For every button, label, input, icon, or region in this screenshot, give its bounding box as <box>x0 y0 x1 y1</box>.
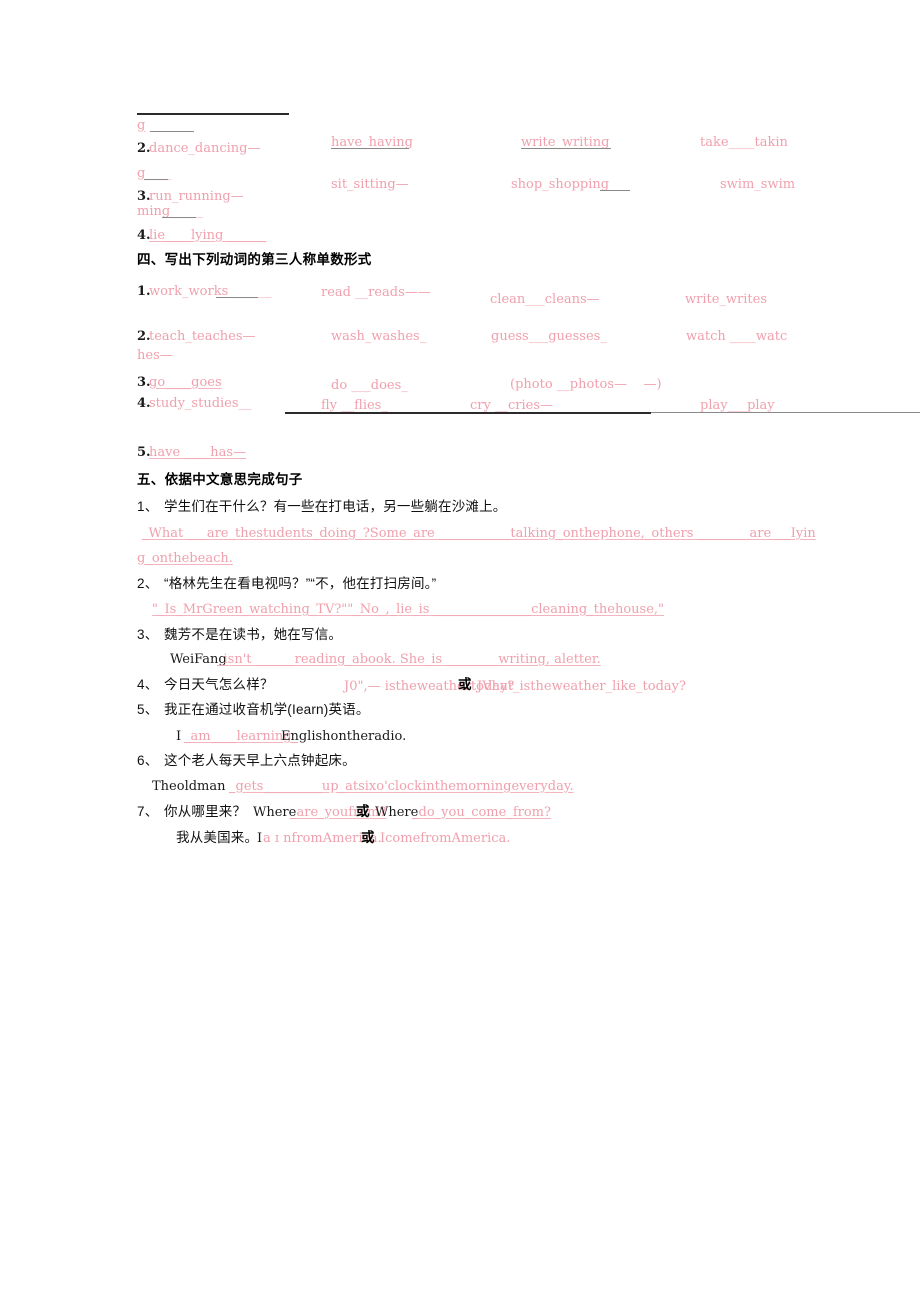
blank-line-g <box>150 131 194 132</box>
item4-or-word: 或 <box>458 677 472 692</box>
item3-answer-line1: _isn't ______reading_abook. She_is _____… <box>217 652 601 667</box>
item5-number: 5、 <box>137 702 159 717</box>
item1-number: 1、 <box>137 499 159 514</box>
answer-watch: watch ____watc <box>686 329 788 344</box>
answer-fly: fly __flies_ <box>321 398 388 413</box>
item4-number: 4、 <box>137 677 159 692</box>
item7-sub-black1: I <box>257 831 263 846</box>
item4-answer-b: JVhat_istheweather_like_today? <box>477 679 686 694</box>
blank-line-play <box>651 412 920 413</box>
section-five-heading: 五、依据中文意思完成句子 <box>137 472 303 487</box>
answer-teach: teach_teaches— <box>149 329 256 344</box>
answer-cry: cry __cries— <box>470 398 553 413</box>
section-four-heading: 四、写出下列动词的第三人称单数形式 <box>137 252 372 267</box>
answer-write-s: write_writes <box>685 292 768 307</box>
item4-prompt: 今日天气怎么样？ <box>164 677 274 692</box>
item1-answer-line2: g_onthebeach. <box>137 551 233 566</box>
blank-line-write <box>521 148 611 149</box>
item5-answer-post: Englishontheradio. <box>281 729 407 744</box>
answer-guess: guess___guesses_ <box>491 329 607 344</box>
item5-answer-subject: I <box>176 729 182 744</box>
top-rule <box>137 113 289 115</box>
blank-line-running-cont <box>162 217 196 218</box>
answer-do: do ___does_ <box>331 378 408 393</box>
worksheet-page: g 2. dance_dancing— have_having write_wr… <box>0 0 920 1301</box>
item3-prompt: 魏芳不是在读书，她在写信。 <box>164 627 343 642</box>
item7-number: 7、 <box>137 804 159 819</box>
item1-prompt: 学生们在干什么？有一些在打电话，另一些躺在沙滩上。 <box>164 499 507 514</box>
answer-sit: sit_sitting— <box>331 177 409 192</box>
item6-answer-line: _gets_________up_atsixo'clockinthemornin… <box>229 779 574 794</box>
answer-swim: swim_swim <box>720 177 796 192</box>
item7-q1-pink: _are_youfrom? <box>290 805 387 820</box>
answer-lie: lie____lying ______ <box>149 228 267 243</box>
answer-teaches-cont: hes— <box>137 348 173 363</box>
answer-dance: dance_dancing— <box>149 141 261 156</box>
underline-rule-row4 <box>285 412 651 414</box>
item2-prompt: “格林先生在看电视吗？”“不，他在打扫房间。” <box>164 576 437 591</box>
blank-line-shop <box>600 190 630 191</box>
item5-prompt: 我正在通过收音机学(Iearn)英语。 <box>164 702 370 717</box>
blank-line-have <box>331 148 409 149</box>
answer-shop: shop_shopping <box>511 177 610 192</box>
item6-answer-subject: Theoldman <box>152 779 226 794</box>
item7-q2-pink: _do_you_come_from? <box>412 805 551 820</box>
answer-play: play___play <box>700 398 775 413</box>
answer-read: read __reads—— <box>321 285 431 300</box>
item3-number: 3、 <box>137 627 159 642</box>
item1-answer-line1: _What ___are_thestudents_doing_?Some_are… <box>142 526 816 541</box>
answer-take: take____takin <box>700 135 788 150</box>
answer-wash: wash_washes_ <box>331 329 427 344</box>
answer-clean: clean___cleans— <box>490 292 600 307</box>
item2-answer-line1: "_Is_MrGreen_watching_TV?""_No_,_lie_is … <box>152 602 665 617</box>
answer-have-has: have ____has— <box>149 445 247 460</box>
item7-sub-pink2: IcomefromAmerica. <box>380 831 511 846</box>
item7-prompt: 你从哪里来？ <box>164 804 247 819</box>
blank-line-dancing-cont <box>144 179 168 180</box>
answer-photo: (photo __photos— —) <box>510 377 662 392</box>
item6-number: 6、 <box>137 753 159 768</box>
item7-sub-or: 或 <box>361 830 375 845</box>
answer-go: go____goes <box>149 375 222 390</box>
item6-prompt: 这个老人每天早上六点钟起床。 <box>164 753 356 768</box>
answer-run: run_running— <box>149 189 244 204</box>
item7-or-word: 或 <box>356 804 370 819</box>
answer-study: study_studies__ <box>149 396 252 411</box>
blank-line-work <box>216 297 258 298</box>
answer-g-blank: g <box>137 118 146 133</box>
item2-number: 2、 <box>137 576 159 591</box>
item7-sub-prompt: 我从美国来。 <box>176 830 259 845</box>
